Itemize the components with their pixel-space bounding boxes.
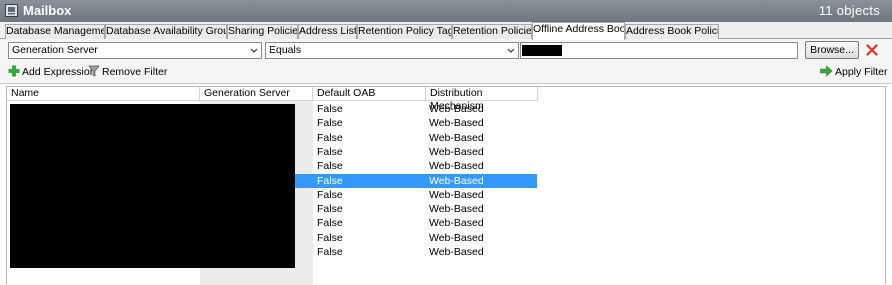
results-grid[interactable]: Name Generation Server Default OAB Distr… xyxy=(6,86,886,285)
chevron-down-icon xyxy=(507,48,515,53)
cell-distribution-mechanism: Web-Based xyxy=(429,160,484,173)
filter-value-input[interactable] xyxy=(520,42,798,59)
cell-distribution-mechanism: Web-Based xyxy=(429,246,484,258)
cell-distribution-mechanism: Web-Based xyxy=(429,188,484,201)
add-expression-button[interactable]: Add Expression xyxy=(8,65,96,79)
filter-operator-value: Equals xyxy=(269,44,302,56)
filter-bar: Generation Server Equals Browse... Add E… xyxy=(0,39,892,84)
chevron-down-icon xyxy=(250,48,258,53)
filter-operator-select[interactable]: Equals xyxy=(265,42,519,59)
clear-filter-icon[interactable] xyxy=(866,44,878,56)
cell-default-oab: False xyxy=(317,246,343,258)
mailbox-icon xyxy=(5,4,18,17)
tab-address-book-policies[interactable]: Address Book Policies xyxy=(625,24,719,39)
remove-filter-button[interactable]: Remove Filter xyxy=(88,65,167,79)
green-plus-icon xyxy=(8,65,20,77)
tab-strip: Database Management Database Availabilit… xyxy=(0,22,892,40)
funnel-remove-icon xyxy=(88,65,100,77)
column-header-name[interactable]: Name xyxy=(7,87,200,101)
cell-distribution-mechanism: Web-Based xyxy=(429,217,484,230)
cell-distribution-mechanism: Web-Based xyxy=(429,131,484,144)
tab-database-availability-groups[interactable]: Database Availability Groups xyxy=(105,24,227,39)
cell-distribution-mechanism: Web-Based xyxy=(429,203,484,216)
remove-filter-label: Remove Filter xyxy=(102,66,168,78)
cell-default-oab: False xyxy=(317,217,343,230)
tab-retention-policies[interactable]: Retention Policies xyxy=(452,24,532,39)
cell-default-oab: False xyxy=(317,145,343,158)
redacted-value xyxy=(522,45,562,56)
title-bar: Mailbox 11 objects xyxy=(0,0,892,22)
cell-distribution-mechanism: Web-Based xyxy=(429,117,484,130)
cell-default-oab: False xyxy=(317,131,343,144)
apply-filter-button[interactable]: Apply Filter xyxy=(820,65,888,79)
cell-default-oab: False xyxy=(317,231,343,244)
cell-default-oab: False xyxy=(317,160,343,173)
object-count: 11 objects xyxy=(818,3,880,18)
tab-sharing-policies[interactable]: Sharing Policies xyxy=(227,24,298,39)
cell-default-oab: False xyxy=(317,188,343,201)
cell-distribution-mechanism: Web-Based xyxy=(429,174,484,187)
redacted-names xyxy=(10,104,295,268)
apply-filter-label: Apply Filter xyxy=(835,66,888,78)
filter-field-value: Generation Server xyxy=(12,44,98,56)
tab-retention-policy-tags[interactable]: Retention Policy Tags xyxy=(357,24,452,39)
cell-distribution-mechanism: Web-Based xyxy=(429,145,484,158)
tab-address-lists[interactable]: Address Lists xyxy=(298,24,357,39)
green-arrow-icon xyxy=(820,65,833,77)
column-header-generation-server[interactable]: Generation Server xyxy=(200,87,313,101)
add-expression-label: Add Expression xyxy=(22,66,96,78)
column-header-distribution-mechanism[interactable]: Distribution Mechanism xyxy=(426,87,538,112)
column-header-default-oab[interactable]: Default OAB xyxy=(313,87,426,101)
browse-button[interactable]: Browse... xyxy=(805,41,859,59)
cell-distribution-mechanism: Web-Based xyxy=(429,103,484,115)
filter-field-select[interactable]: Generation Server xyxy=(8,42,262,59)
tab-database-management[interactable]: Database Management xyxy=(5,24,105,39)
cell-default-oab: False xyxy=(317,174,343,187)
tab-offline-address-book[interactable]: Offline Address Book xyxy=(532,22,625,40)
cell-default-oab: False xyxy=(317,203,343,216)
cell-default-oab: False xyxy=(317,103,343,115)
cell-default-oab: False xyxy=(317,117,343,130)
cell-distribution-mechanism: Web-Based xyxy=(429,231,484,244)
window-title: Mailbox xyxy=(23,3,72,18)
